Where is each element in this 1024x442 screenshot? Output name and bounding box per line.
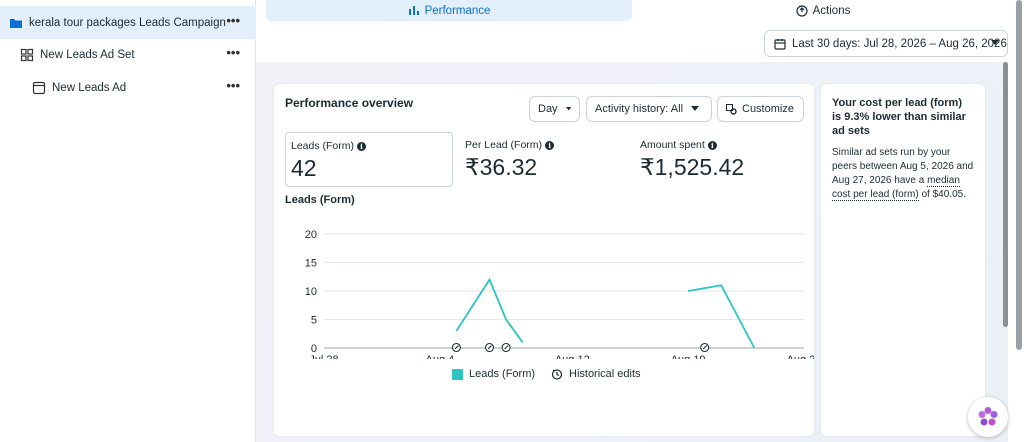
legend-series-label: Leads (Form): [469, 368, 536, 380]
tab-performance-label: Performance: [424, 4, 491, 17]
activity-label: Activity history: All: [595, 103, 684, 115]
x-tick-label: Aug 19: [671, 354, 706, 359]
x-tick-label: Aug 4: [425, 354, 454, 359]
legend-swatch: [452, 368, 463, 380]
y-tick-label: 5: [311, 315, 317, 327]
insight-card: Your cost per lead (form) is 9.3% lower …: [821, 84, 985, 436]
tree-item-ad[interactable]: New Leads Ad •••: [0, 71, 256, 104]
metric-leads-label: Leads (Form): [291, 140, 355, 152]
ad-more-icon[interactable]: •••: [226, 79, 240, 92]
tab-performance[interactable]: Performance: [266, 0, 632, 21]
main-panel: Performance Actions Last 30 days: Jul 28…: [256, 0, 1024, 442]
y-tick-label: 15: [305, 258, 317, 270]
tab-actions[interactable]: Actions: [636, 0, 1010, 21]
tree-item-campaign[interactable]: kerala tour packages Leads Campaign •••: [0, 6, 256, 39]
series-line: [687, 284, 756, 349]
content-scroll-thumb[interactable]: [1003, 62, 1008, 327]
metric-per-lead[interactable]: Per Lead (Form) i ₹36.32: [460, 132, 628, 187]
folder-icon: [10, 18, 22, 28]
insight-title: Your cost per lead (form) is 9.3% lower …: [832, 97, 966, 137]
x-tick-label: Jul 28: [309, 354, 338, 359]
insight-body-value: of $40.05.: [918, 189, 966, 200]
metric-amount-spent-value: ₹1,525.42: [640, 154, 745, 180]
chart-title: Leads (Form): [285, 194, 355, 206]
chevron-down-icon: [991, 40, 999, 45]
info-icon[interactable]: i: [545, 140, 555, 150]
legend-series[interactable]: Leads (Form): [452, 368, 535, 380]
assistant-flower-icon: [978, 407, 998, 426]
content-scrollbar[interactable]: [1002, 62, 1008, 442]
ad-icon: [32, 81, 46, 94]
activity-history-dropdown[interactable]: Activity history: All: [586, 96, 712, 122]
insight-body: Similar ad sets run by your peers betwee…: [832, 146, 974, 202]
metric-amount-spent-label: Amount spent: [640, 139, 705, 151]
x-tick-label: Aug 12: [555, 354, 590, 359]
info-icon[interactable]: i: [357, 141, 367, 151]
customize-icon: [726, 103, 737, 115]
campaign-name: kerala tour packages Leads Campaign: [29, 16, 226, 29]
date-range-label: Last 30 days: Jul 28, 2026 – Aug 26, 202…: [792, 37, 1007, 50]
chevron-down-icon: [565, 106, 571, 111]
assistant-button[interactable]: [968, 397, 1008, 437]
customize-button[interactable]: Customize: [717, 96, 804, 122]
legend-historical-edits[interactable]: Historical edits: [551, 368, 641, 380]
legend-edits-label: Historical edits: [569, 368, 641, 380]
grid-icon: [20, 48, 34, 61]
chevron-down-icon: [691, 106, 700, 111]
x-tick-label: Aug 26: [787, 354, 814, 359]
actions-icon: [796, 4, 808, 17]
adset-name: New Leads Ad Set: [40, 48, 135, 61]
window-scrollbar[interactable]: [1016, 0, 1022, 442]
window-scroll-thumb[interactable]: [1016, 0, 1022, 350]
y-tick-label: 10: [305, 286, 317, 298]
metric-per-lead-label: Per Lead (Form): [465, 139, 543, 151]
tab-bar: Performance Actions: [266, 0, 1010, 21]
calendar-icon: [774, 38, 786, 50]
granularity-dropdown[interactable]: Day: [529, 96, 580, 122]
tree-item-adset[interactable]: New Leads Ad Set •••: [0, 38, 256, 71]
tab-actions-label: Actions: [812, 4, 851, 17]
customize-label: Customize: [742, 103, 794, 115]
overview-title: Performance overview: [285, 96, 414, 110]
info-icon[interactable]: i: [707, 140, 717, 150]
y-tick-label: 20: [305, 229, 317, 241]
adset-more-icon[interactable]: •••: [226, 46, 240, 59]
metric-leads[interactable]: Leads (Form) i 42: [285, 132, 453, 187]
metric-amount-spent[interactable]: Amount spent i ₹1,525.42: [635, 132, 803, 187]
sidebar: kerala tour packages Leads Campaign ••• …: [0, 0, 256, 442]
metric-per-lead-value: ₹36.32: [465, 154, 538, 180]
date-range-picker[interactable]: Last 30 days: Jul 28, 2026 – Aug 26, 202…: [764, 30, 1008, 57]
bar-chart-icon: [408, 6, 419, 15]
leads-line-chart: 05101520Jul 28Aug 4Aug 12Aug 19Aug 26: [305, 229, 814, 359]
metric-leads-value: 42: [291, 155, 317, 181]
campaign-more-icon[interactable]: •••: [226, 14, 240, 27]
ad-name: New Leads Ad: [52, 81, 127, 94]
granularity-label: Day: [538, 103, 558, 115]
series-line: [455, 277, 524, 343]
edit-history-icon: [551, 369, 563, 380]
performance-overview-card: Performance overview Day Activity histor…: [274, 84, 814, 436]
